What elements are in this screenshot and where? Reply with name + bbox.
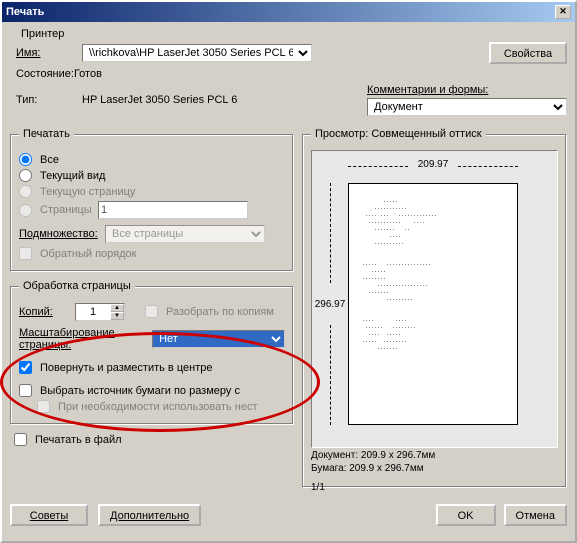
range-all-radio[interactable] — [19, 153, 32, 166]
scaling-label: Масштабирование страницы: — [19, 327, 152, 351]
page-handling-group: Обработка страницы Копий: ▲▼ Разобрать п… — [10, 280, 294, 425]
rotate-label: Повернуть и разместить в центре — [40, 362, 212, 374]
preview-height: 296.97 — [316, 183, 344, 425]
name-label: Имя: — [16, 47, 82, 59]
handling-legend: Обработка страницы — [19, 280, 135, 292]
window-title: Печать — [6, 6, 44, 18]
custom-paper-check — [37, 400, 50, 413]
subset-label: Подмножество: — [19, 228, 105, 240]
range-view-label: Текущий вид — [40, 170, 105, 182]
preview-page: ..... ........... .... ... .............… — [348, 183, 518, 425]
ok-button[interactable]: OK — [436, 504, 496, 526]
paper-source-check[interactable] — [19, 384, 32, 397]
printer-section-label: Принтер — [18, 28, 67, 40]
print-range-group: Печатать Все Текущий вид Текущую страниц… — [10, 128, 294, 272]
range-page-label: Текущую страницу — [40, 186, 135, 198]
print-to-file-label: Печатать в файл — [35, 434, 122, 446]
type-value: HP LaserJet 3050 Series PCL 6 — [82, 94, 237, 106]
spin-up-icon[interactable]: ▲ — [110, 304, 124, 312]
preview-group: Просмотр: Совмещенный оттиск 209.97 296.… — [302, 128, 567, 488]
copies-label: Копий: — [19, 306, 75, 318]
comments-label: Комментарии и формы: — [367, 84, 567, 96]
advanced-button[interactable]: Дополнительно — [98, 504, 201, 526]
preview-width: 209.97 — [348, 159, 518, 170]
properties-button[interactable]: Свойства — [489, 42, 567, 64]
printer-name-select[interactable]: \\richkova\HP LaserJet 3050 Series PCL 6 — [82, 44, 312, 62]
titlebar: Печать ✕ — [2, 2, 575, 22]
range-page-radio — [19, 185, 32, 198]
print-range-legend: Печатать — [19, 128, 74, 140]
type-label: Тип: — [16, 94, 82, 106]
rotate-check[interactable] — [19, 361, 32, 374]
paper-source-label: Выбрать источник бумаги по размеру с — [40, 385, 240, 397]
comments-select[interactable]: Документ — [367, 98, 567, 116]
preview-box: 209.97 296.97 ..... ........... .... ...… — [311, 150, 558, 448]
close-icon[interactable]: ✕ — [555, 5, 571, 19]
print-to-file-check[interactable] — [14, 433, 27, 446]
pages-input — [98, 201, 248, 219]
subset-select: Все страницы — [105, 225, 265, 243]
cancel-button[interactable]: Отмена — [504, 504, 567, 526]
doc-size: Документ: 209.9 x 296.7мм — [311, 450, 558, 461]
range-all-label: Все — [40, 154, 59, 166]
range-view-radio[interactable] — [19, 169, 32, 182]
collate-check — [145, 305, 158, 318]
paper-size: Бумага: 209.9 x 296.7мм — [311, 463, 558, 474]
scaling-select[interactable]: Нет — [152, 330, 285, 348]
copies-input[interactable] — [76, 304, 110, 320]
collate-label: Разобрать по копиям — [166, 306, 274, 318]
reverse-check — [19, 247, 32, 260]
status-label: Состояние:Готов — [16, 68, 102, 80]
range-pages-label: Страницы — [40, 204, 94, 216]
range-pages-radio — [19, 204, 32, 217]
spin-down-icon[interactable]: ▼ — [110, 312, 124, 320]
reverse-label: Обратный порядок — [40, 248, 136, 260]
custom-paper-label: При необходимости использовать нест — [58, 401, 258, 413]
preview-legend: Просмотр: Совмещенный оттиск — [311, 128, 486, 140]
page-counter: 1/1 — [311, 482, 558, 493]
tips-button[interactable]: Советы — [10, 504, 88, 526]
print-dialog: Печать ✕ Принтер Имя: \\richkova\HP Lase… — [0, 0, 577, 543]
copies-spinner[interactable]: ▲▼ — [75, 303, 125, 321]
